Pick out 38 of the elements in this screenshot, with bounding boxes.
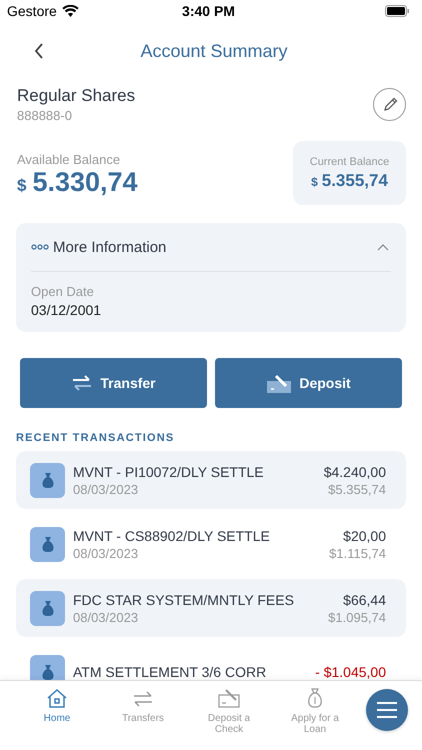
screen-title: Account Summary [139,40,289,62]
transaction-description: ATM SETTLEMENT 3/6 CORR [73,664,268,680]
currency-symbol: $ [17,176,26,196]
field-label: Open Date [31,284,95,299]
transfer-button[interactable]: Transfer [20,358,207,408]
transaction-description: FDC STAR SYSTEM/MNTLY FEES [73,592,295,608]
transaction-amount: - $1.045,00 [315,664,386,680]
transaction-amount: $66,44 [342,592,386,608]
transaction-row[interactable]: FDC STAR SYSTEM/MNTLY FEES 08/03/2023 $66,44 $1.095,74 [16,579,406,637]
transaction-amount: $4.240,00 [324,464,386,480]
status-time: 3:40 PM [182,3,235,19]
tab-item[interactable]: Transfers [100,687,186,724]
account-name: Regular Shares [17,86,136,106]
account-number: 888888-0 [17,108,73,123]
field-value: 03/12/2001 [31,302,102,318]
current-balance: 5.355,74 [322,170,388,190]
section-heading: RECENT TRANSACTIONS [15,431,176,444]
transaction-description: MVNT - PI10072/DLY SETTLE [73,464,265,480]
currency-symbol: $ [311,174,318,188]
transaction-date: 08/03/2023 [73,482,140,496]
section-title: More Information [53,238,168,256]
transaction-description: MVNT - CS88902/DLY SETTLE [73,528,271,544]
deposit-button[interactable]: Deposit [215,358,402,408]
transaction-row[interactable]: MVNT - CS88902/DLY SETTLE 08/03/2023 $20,00 $1.115,74 [16,515,406,573]
transaction-amount: $20,00 [342,528,386,544]
tab-item[interactable]: Home [14,687,100,724]
transaction-date: 08/03/2023 [73,546,140,560]
running-balance: $5.355,74 [327,482,386,496]
running-balance: $1.095,74 [328,610,386,624]
transaction-date: 08/03/2023 [73,610,140,624]
available-balance: 5.330,74 [32,167,138,198]
transaction-row[interactable]: MVNT - PI10072/DLY SETTLE 08/03/2023 $4.240,00 $5.355,74 [16,451,406,509]
balance-label: Available Balance [17,152,122,167]
tab-item[interactable]: Apply for a Loan [272,687,358,735]
tab-item[interactable]: Deposit a Check [186,687,272,735]
carrier-name: Gestore [7,3,57,19]
balance-label: Current Balance [310,156,390,168]
running-balance: $1.115,74 [329,546,386,560]
